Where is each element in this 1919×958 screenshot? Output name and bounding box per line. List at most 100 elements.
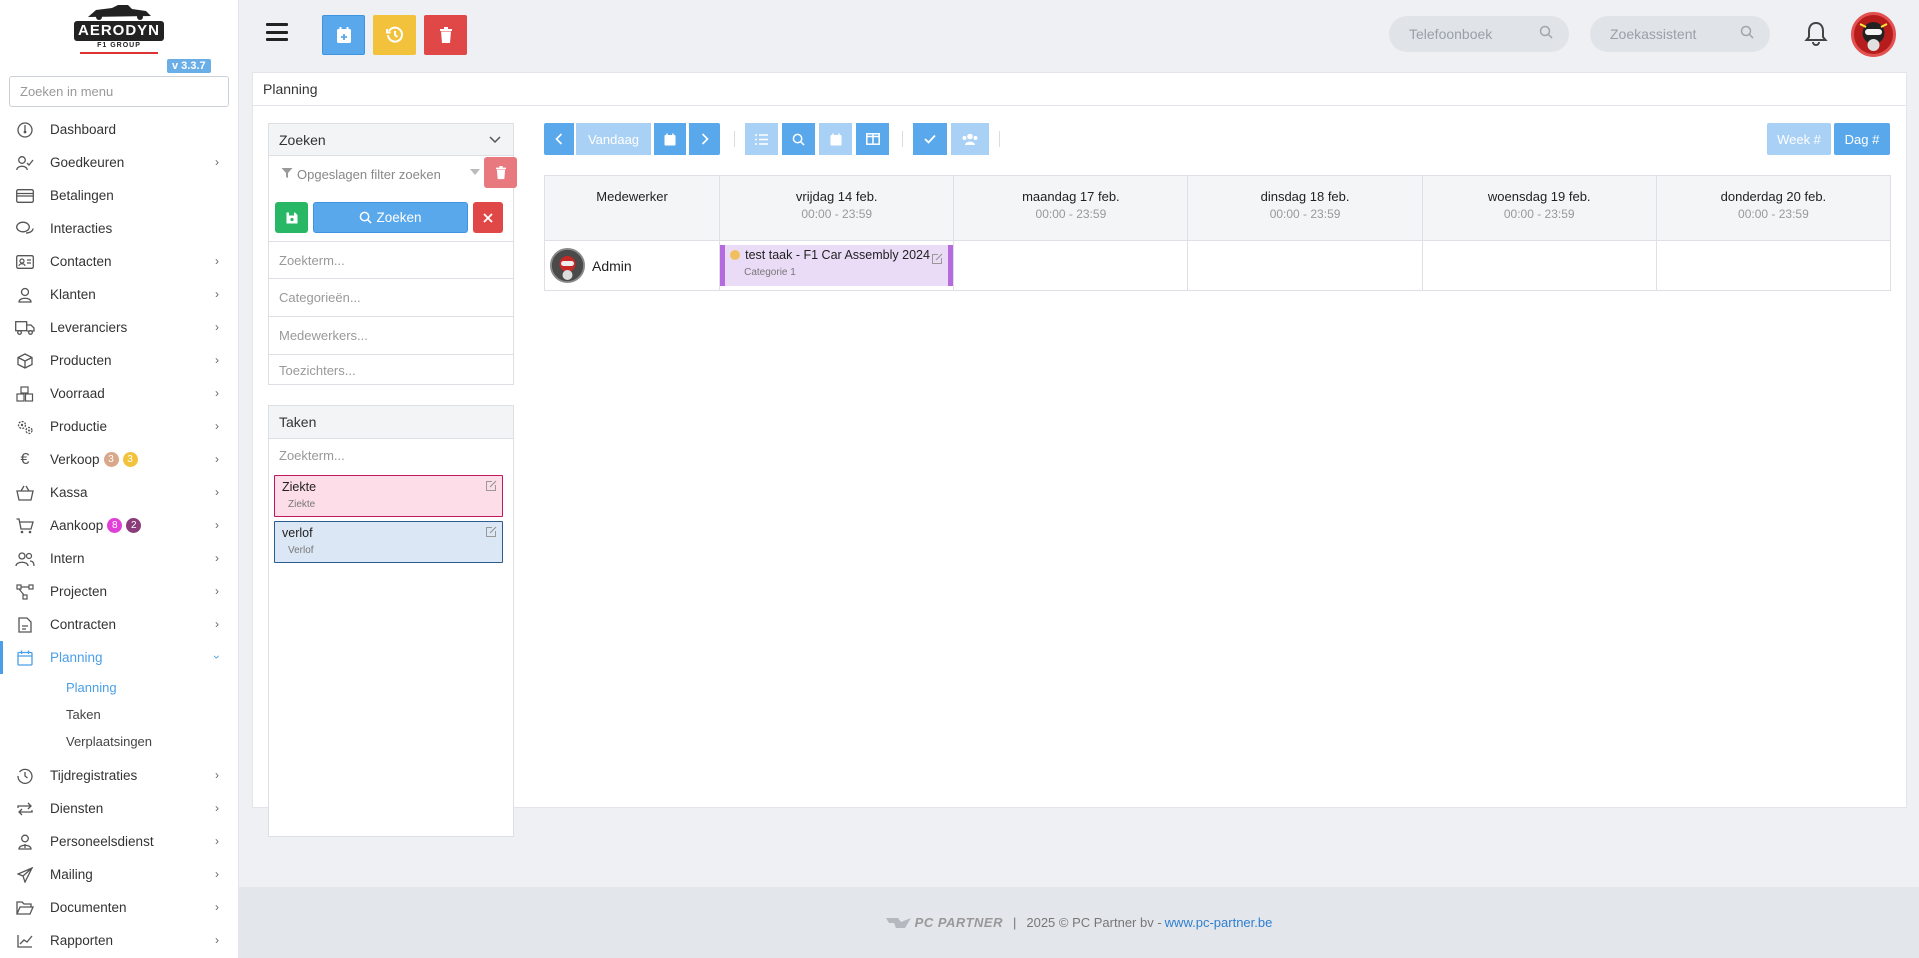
day-cell[interactable]: test taak - F1 Car Assembly 2024 Categor…: [719, 240, 955, 291]
hamburger-menu-icon[interactable]: [266, 23, 288, 41]
search-icon: [1539, 25, 1553, 42]
day-cell[interactable]: [1421, 240, 1657, 291]
filter-panel-header[interactable]: Zoeken: [269, 124, 513, 156]
day-column-header[interactable]: maandag 17 feb. 00:00 - 23:59: [953, 175, 1189, 241]
sidebar-nav: Dashboard Goedkeuren › Betalingen Intera…: [0, 113, 238, 957]
search-view-button[interactable]: [782, 123, 815, 155]
day-cell[interactable]: [1655, 240, 1892, 291]
sidebar-subitem-planning[interactable]: Planning: [0, 674, 238, 701]
employees-select[interactable]: Medewerkers...: [269, 316, 513, 354]
assistant-placeholder: Zoekassistent: [1610, 26, 1697, 42]
day-cell[interactable]: [1187, 240, 1423, 291]
sidebar-item-klanten[interactable]: Klanten ›: [0, 278, 238, 311]
phonebook-search[interactable]: Telefoonboek: [1389, 16, 1569, 52]
sidebar-item-contracten[interactable]: Contracten ›: [0, 608, 238, 641]
delete-saved-filter-button[interactable]: [484, 157, 517, 188]
basket-icon: [14, 484, 36, 502]
edit-icon[interactable]: [485, 480, 497, 492]
user-avatar[interactable]: [1851, 12, 1896, 57]
new-appointment-button[interactable]: [322, 15, 365, 55]
employee-column-header: Medewerker: [543, 175, 721, 241]
planning-event[interactable]: test taak - F1 Car Assembly 2024 Categor…: [720, 245, 954, 286]
sidebar-item-interacties[interactable]: Interacties: [0, 212, 238, 245]
task-item[interactable]: verlof Verlof: [274, 521, 503, 563]
sidebar-item-tijdregistraties[interactable]: Tijdregistraties ›: [0, 759, 238, 792]
sidebar-item-mailing[interactable]: Mailing ›: [0, 858, 238, 891]
day-cell[interactable]: [953, 240, 1189, 291]
date-picker-button[interactable]: [654, 123, 686, 155]
supervisors-select[interactable]: Toezichters...: [269, 354, 513, 385]
sidebar-item-planning[interactable]: Planning ›: [0, 641, 238, 674]
chevron-down-icon: [489, 124, 501, 156]
assistant-search[interactable]: Zoekassistent: [1590, 16, 1770, 52]
sidebar-item-diensten[interactable]: Diensten ›: [0, 792, 238, 825]
app-logo[interactable]: AERODYN F1 GROUP: [72, 4, 166, 54]
project-diagram-icon: [14, 583, 36, 601]
bell-icon[interactable]: [1804, 21, 1828, 47]
sidebar-item-rapporten[interactable]: Rapporten ›: [0, 924, 238, 957]
sidebar-item-aankoop[interactable]: Aankoop 8 2 ›: [0, 509, 238, 542]
race-car-icon: [88, 5, 151, 20]
day-column-header[interactable]: donderdag 20 feb. 00:00 - 23:59: [1655, 175, 1892, 241]
sidebar-item-projecten[interactable]: Projecten ›: [0, 575, 238, 608]
sidebar-item-contacten[interactable]: Contacten ›: [0, 245, 238, 278]
sidebar-item-dashboard[interactable]: Dashboard: [0, 113, 238, 146]
week-view-button[interactable]: Week #: [1767, 123, 1831, 155]
search-button[interactable]: Zoeken: [313, 202, 468, 233]
sidebar-item-documenten[interactable]: Documenten ›: [0, 891, 238, 924]
categories-select[interactable]: Categorieën...: [269, 278, 513, 316]
day-column-header[interactable]: dinsdag 18 feb. 00:00 - 23:59: [1187, 175, 1423, 241]
chevron-right-icon: ›: [215, 617, 219, 631]
sidebar-item-personeelsdienst[interactable]: Personeelsdienst ›: [0, 825, 238, 858]
day-column-header[interactable]: vrijdag 14 feb. 00:00 - 23:59: [719, 175, 955, 241]
sidebar-item-intern[interactable]: Intern ›: [0, 542, 238, 575]
chevron-right-icon: ›: [215, 254, 219, 268]
sidebar-item-verkoop[interactable]: € Verkoop 3 3 ›: [0, 443, 238, 476]
euro-icon: €: [20, 450, 30, 468]
history-button[interactable]: [373, 15, 416, 55]
save-filter-button[interactable]: [275, 202, 308, 233]
team-button[interactable]: [951, 123, 989, 155]
aankoop-badge-2: 2: [126, 518, 142, 533]
sidebar-item-voorraad[interactable]: Voorraad ›: [0, 377, 238, 410]
chevron-right-icon: ›: [215, 867, 219, 881]
sidebar-item-leveranciers[interactable]: Leveranciers ›: [0, 311, 238, 344]
chevron-right-icon: ›: [215, 353, 219, 367]
sidebar-item-productie[interactable]: Productie ›: [0, 410, 238, 443]
sidebar-item-label: Documenten: [50, 900, 127, 915]
sidebar-item-betalingen[interactable]: Betalingen: [0, 179, 238, 212]
sidebar-item-kassa[interactable]: Kassa ›: [0, 476, 238, 509]
calendar-icon: [830, 133, 841, 145]
footer-link[interactable]: www.pc-partner.be: [1165, 915, 1273, 930]
logo-area: AERODYN F1 GROUP v 3.3.7: [0, 0, 238, 76]
next-button[interactable]: [689, 123, 720, 155]
logo-stripe: [80, 52, 158, 54]
day-column-header[interactable]: woensdag 19 feb. 00:00 - 23:59: [1421, 175, 1657, 241]
list-view-button[interactable]: [745, 123, 778, 155]
prev-button[interactable]: [544, 123, 574, 155]
delete-button[interactable]: [424, 15, 467, 55]
sidebar-subitem-taken[interactable]: Taken: [0, 701, 238, 728]
edit-icon[interactable]: [931, 253, 943, 265]
columns-view-button[interactable]: [856, 123, 889, 155]
saved-filter-select[interactable]: Opgeslagen filter zoeken: [269, 156, 484, 192]
menu-search-input[interactable]: [9, 76, 229, 107]
approve-button[interactable]: [913, 123, 947, 155]
search-term-input[interactable]: Zoekterm...: [269, 241, 513, 278]
calendar-view-button[interactable]: [819, 123, 852, 155]
version-badge: v 3.3.7: [167, 59, 211, 73]
event-title: test taak - F1 Car Assembly 2024: [745, 248, 930, 262]
today-button[interactable]: Vandaag: [576, 123, 651, 155]
sidebar-item-producten[interactable]: Producten ›: [0, 344, 238, 377]
chevron-left-icon: [555, 133, 563, 145]
tasks-search-input[interactable]: Zoekterm...: [269, 439, 513, 473]
day-view-button[interactable]: Dag #: [1834, 123, 1890, 155]
edit-icon[interactable]: [485, 526, 497, 538]
sidebar-item-goedkeuren[interactable]: Goedkeuren ›: [0, 146, 238, 179]
avatar: [550, 248, 585, 283]
folder-open-icon: [14, 899, 36, 917]
sidebar-item-label: Leveranciers: [50, 320, 128, 335]
sidebar-subitem-verplaatsingen[interactable]: Verplaatsingen: [0, 728, 238, 755]
task-item[interactable]: Ziekte Ziekte: [274, 475, 503, 517]
clear-filter-button[interactable]: [473, 202, 503, 233]
